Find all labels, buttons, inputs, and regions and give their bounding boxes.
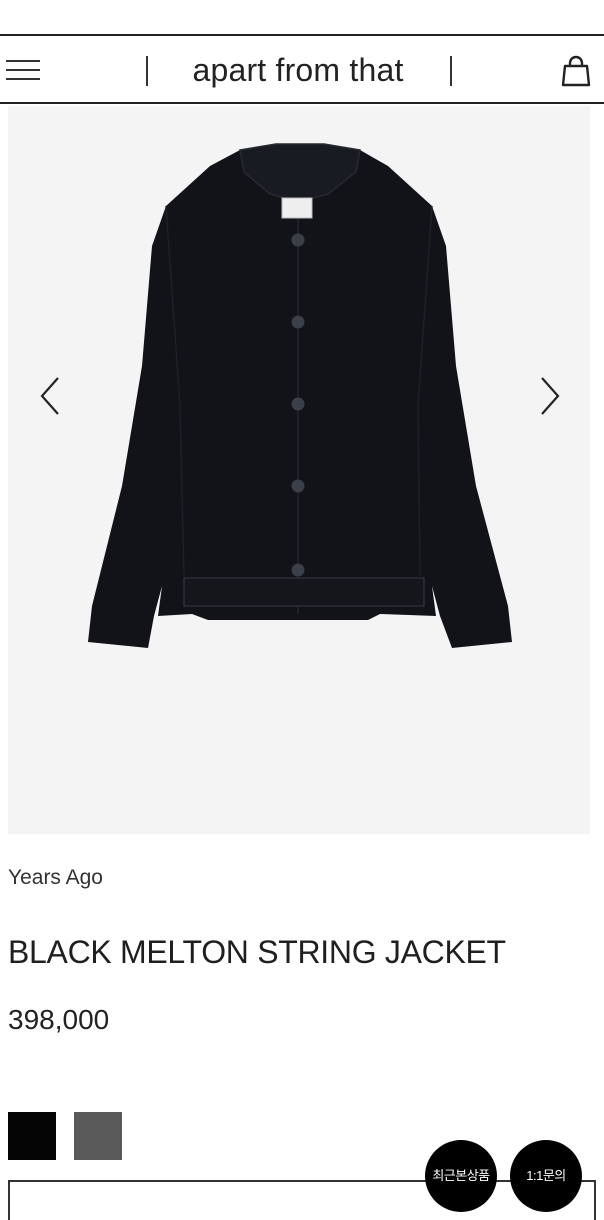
product-brand[interactable]: Years Ago bbox=[8, 866, 103, 890]
product-image bbox=[88, 143, 512, 648]
option-select-box[interactable] bbox=[8, 1180, 596, 1220]
color-swatch-gray[interactable] bbox=[74, 1112, 122, 1160]
chevron-left-icon[interactable] bbox=[34, 374, 66, 418]
site-header: apart from that bbox=[0, 34, 604, 104]
chevron-right-icon[interactable] bbox=[534, 374, 566, 418]
inquiry-button[interactable]: 1:1문의 bbox=[510, 1140, 582, 1212]
divider bbox=[450, 56, 452, 86]
product-title: BLACK MELTON STRING JACKET bbox=[8, 934, 506, 970]
product-price: 398,000 bbox=[8, 1004, 110, 1035]
divider bbox=[146, 56, 148, 86]
shopping-bag-icon[interactable] bbox=[560, 54, 592, 88]
color-swatch-black[interactable] bbox=[8, 1112, 56, 1160]
site-logo[interactable]: apart from that bbox=[150, 50, 446, 90]
recently-viewed-button[interactable]: 최근본상품 bbox=[425, 1140, 497, 1212]
product-image-gallery[interactable] bbox=[8, 106, 590, 834]
hamburger-menu-icon[interactable] bbox=[6, 56, 42, 84]
